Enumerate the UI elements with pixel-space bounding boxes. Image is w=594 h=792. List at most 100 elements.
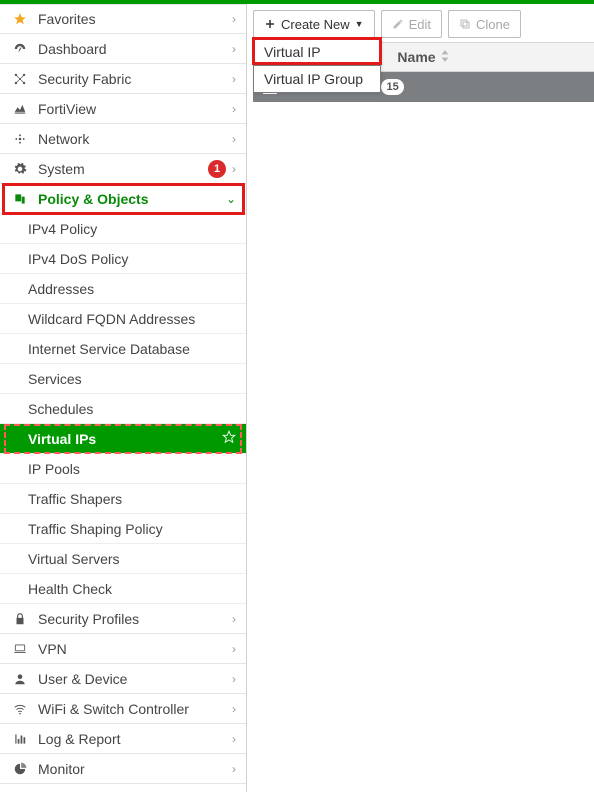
pie-chart-icon (10, 762, 30, 776)
sub-item-wildcard-fqdn[interactable]: Wildcard FQDN Addresses (0, 304, 246, 334)
sidebar-item-label: Traffic Shapers (28, 491, 122, 507)
chevron-right-icon: › (232, 42, 236, 56)
toolbar: Create New ▼ Edit Clone (253, 10, 588, 38)
wifi-icon (10, 702, 30, 716)
caret-down-icon: ▼ (355, 19, 364, 29)
sidebar-item-policy-objects[interactable]: Policy & Objects ⌄ (0, 184, 246, 214)
chevron-right-icon: › (232, 162, 236, 176)
copy-icon (459, 18, 471, 30)
chevron-right-icon: › (232, 762, 236, 776)
app-container: Favorites › Dashboard › Security Fabric … (0, 4, 594, 792)
sub-item-addresses[interactable]: Addresses (0, 274, 246, 304)
sub-item-ip-pools[interactable]: IP Pools (0, 454, 246, 484)
chevron-right-icon: › (232, 642, 236, 656)
sidebar-item-label: Addresses (28, 281, 94, 297)
alert-badge: 1 (208, 160, 226, 178)
fabric-icon (10, 72, 30, 86)
sidebar-item-wifi-switch[interactable]: WiFi & Switch Controller › (0, 694, 246, 724)
chevron-right-icon: › (232, 612, 236, 626)
area-chart-icon (10, 102, 30, 116)
clone-button[interactable]: Clone (448, 10, 521, 38)
sub-item-ipv4-dos-policy[interactable]: IPv4 DoS Policy (0, 244, 246, 274)
button-label: Edit (409, 17, 431, 32)
chevron-right-icon: › (232, 12, 236, 26)
lock-icon (10, 612, 30, 626)
chevron-right-icon: › (232, 72, 236, 86)
chevron-right-icon: › (232, 102, 236, 116)
option-label: Virtual IP Group (264, 71, 363, 87)
bar-chart-icon (10, 732, 30, 746)
sidebar-item-security-profiles[interactable]: Security Profiles › (0, 604, 246, 634)
sidebar-item-label: Monitor (38, 761, 232, 777)
sidebar-item-dashboard[interactable]: Dashboard › (0, 34, 246, 64)
user-icon (10, 672, 30, 686)
dropdown-option-virtual-ip[interactable]: Virtual IP (254, 39, 380, 65)
sidebar-item-vpn[interactable]: VPN › (0, 634, 246, 664)
sub-item-virtual-servers[interactable]: Virtual Servers (0, 544, 246, 574)
sidebar-item-label: Wildcard FQDN Addresses (28, 311, 195, 327)
create-new-dropdown: Virtual IP Virtual IP Group (253, 38, 381, 93)
sidebar-item-label: Virtual Servers (28, 551, 120, 567)
sidebar-item-log-report[interactable]: Log & Report › (0, 724, 246, 754)
group-count-badge: 15 (381, 79, 403, 95)
sidebar-item-label: Dashboard (38, 41, 232, 57)
edit-button[interactable]: Edit (381, 10, 442, 38)
sidebar-item-label: Schedules (28, 401, 93, 417)
favorite-star-icon[interactable] (222, 430, 236, 447)
sidebar-item-label: Health Check (28, 581, 112, 597)
plus-icon (264, 18, 276, 30)
sidebar-item-user-device[interactable]: User & Device › (0, 664, 246, 694)
sidebar-item-system[interactable]: System 1 › (0, 154, 246, 184)
button-label: Create New (281, 17, 350, 32)
sidebar-item-label: Security Profiles (38, 611, 232, 627)
main-panel: Create New ▼ Edit Clone Name − IPv4 Virt… (247, 4, 594, 792)
sidebar-item-label: IPv4 Policy (28, 221, 97, 237)
dashboard-icon (10, 42, 30, 56)
sidebar-item-label: Favorites (38, 11, 232, 27)
laptop-icon (10, 642, 30, 656)
sidebar-item-label: System (38, 161, 208, 177)
pencil-icon (392, 18, 404, 30)
sidebar-item-label: Virtual IPs (28, 431, 96, 447)
sidebar: Favorites › Dashboard › Security Fabric … (0, 4, 247, 792)
sub-item-traffic-shapers[interactable]: Traffic Shapers (0, 484, 246, 514)
chevron-right-icon: › (232, 672, 236, 686)
column-header-name: Name (397, 49, 435, 65)
sub-item-virtual-ips[interactable]: Virtual IPs (0, 424, 246, 454)
sidebar-item-label: Network (38, 131, 232, 147)
sidebar-item-label: Internet Service Database (28, 341, 190, 357)
gear-icon (10, 162, 30, 176)
sidebar-item-label: IPv4 DoS Policy (28, 251, 128, 267)
sidebar-item-label: Security Fabric (38, 71, 232, 87)
sidebar-item-label: User & Device (38, 671, 232, 687)
sort-icon (440, 49, 450, 65)
sub-item-health-check[interactable]: Health Check (0, 574, 246, 604)
create-new-button[interactable]: Create New ▼ (253, 10, 375, 38)
sidebar-item-label: Log & Report (38, 731, 232, 747)
sidebar-item-label: Services (28, 371, 82, 387)
sub-item-schedules[interactable]: Schedules (0, 394, 246, 424)
chevron-right-icon: › (232, 702, 236, 716)
sub-item-internet-service-db[interactable]: Internet Service Database (0, 334, 246, 364)
sub-item-services[interactable]: Services (0, 364, 246, 394)
sidebar-item-label: WiFi & Switch Controller (38, 701, 232, 717)
sidebar-item-label: Traffic Shaping Policy (28, 521, 163, 537)
chevron-right-icon: › (232, 132, 236, 146)
option-label: Virtual IP (264, 44, 321, 60)
network-icon (10, 132, 30, 146)
star-icon (10, 12, 30, 26)
sub-item-traffic-shaping-policy[interactable]: Traffic Shaping Policy (0, 514, 246, 544)
sidebar-item-fortiview[interactable]: FortiView › (0, 94, 246, 124)
sub-item-ipv4-policy[interactable]: IPv4 Policy (0, 214, 246, 244)
sidebar-item-security-fabric[interactable]: Security Fabric › (0, 64, 246, 94)
button-label: Clone (476, 17, 510, 32)
sidebar-item-network[interactable]: Network › (0, 124, 246, 154)
dropdown-option-virtual-ip-group[interactable]: Virtual IP Group (254, 65, 380, 92)
sidebar-item-label: IP Pools (28, 461, 80, 477)
sidebar-item-favorites[interactable]: Favorites › (0, 4, 246, 34)
chevron-down-icon: ⌄ (226, 192, 236, 206)
sidebar-item-label: Policy & Objects (38, 191, 226, 207)
sidebar-item-monitor[interactable]: Monitor › (0, 754, 246, 784)
policy-icon (10, 192, 30, 206)
sidebar-item-label: VPN (38, 641, 232, 657)
